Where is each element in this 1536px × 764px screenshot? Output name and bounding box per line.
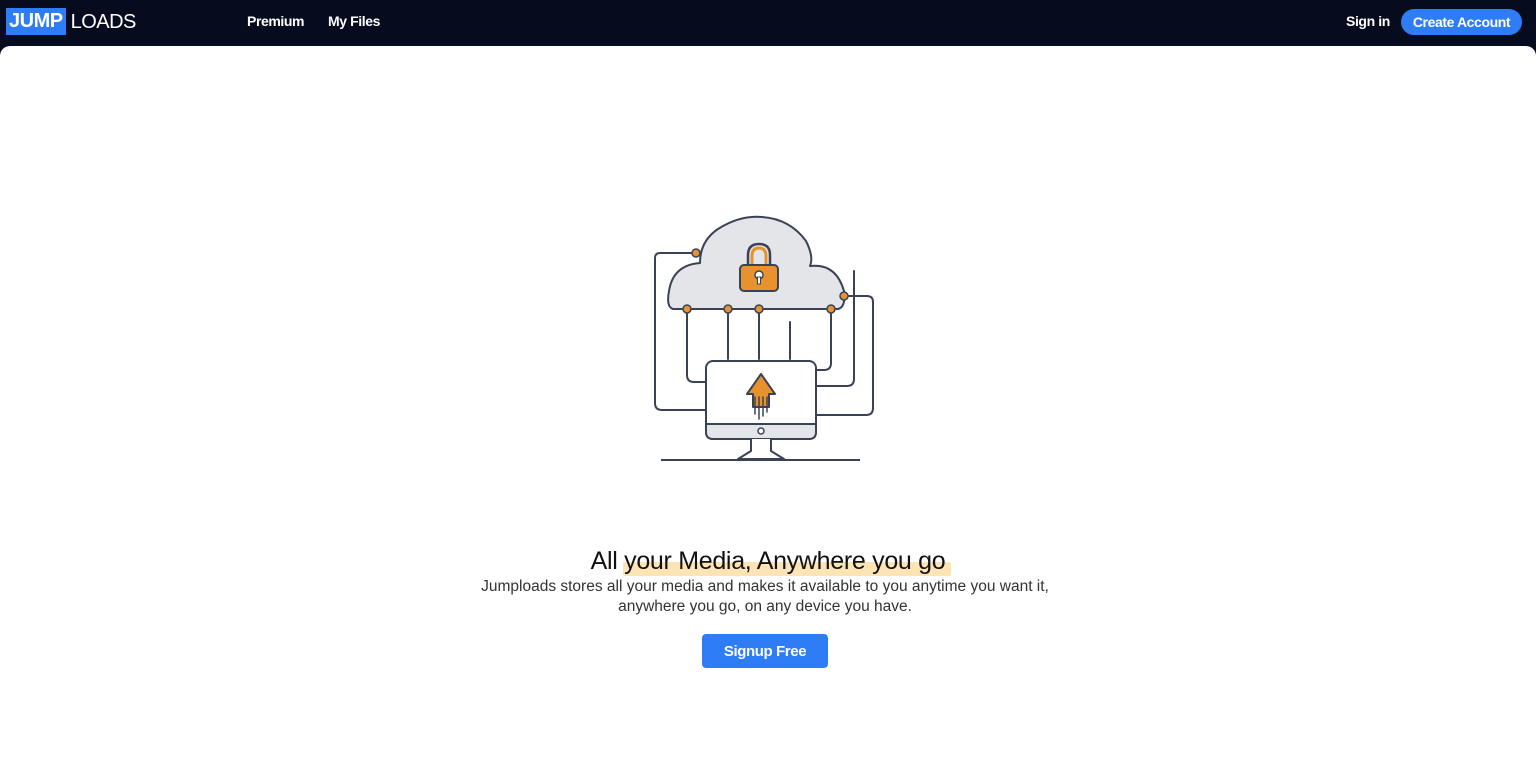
hero-headline: All your Media, Anywhere you go bbox=[590, 546, 951, 576]
cloud-icon bbox=[667, 215, 846, 310]
nav-premium-link[interactable]: Premium bbox=[247, 13, 305, 29]
create-account-button[interactable]: Create Account bbox=[1401, 9, 1522, 35]
logo-jump: JUMP bbox=[6, 8, 66, 35]
brand-logo[interactable]: JUMP LOADS bbox=[6, 8, 136, 35]
headline-container: All your Media, Anywhere you go bbox=[0, 546, 1536, 576]
signup-free-button[interactable]: Signup Free bbox=[702, 634, 828, 668]
headline-text: All your Media, Anywhere you go bbox=[590, 547, 946, 575]
main-content: All your Media, Anywhere you go Jumpload… bbox=[0, 46, 1536, 764]
cloud-upload-illustration bbox=[654, 215, 874, 461]
hero-description: Jumploads stores all your media and make… bbox=[481, 578, 1049, 615]
top-navbar: JUMP LOADS Premium My Files Sign in Crea… bbox=[0, 0, 1536, 46]
logo-loads: LOADS bbox=[70, 10, 137, 33]
nav-my-files-link[interactable]: My Files bbox=[328, 13, 380, 29]
sign-in-link[interactable]: Sign in bbox=[1346, 13, 1390, 29]
